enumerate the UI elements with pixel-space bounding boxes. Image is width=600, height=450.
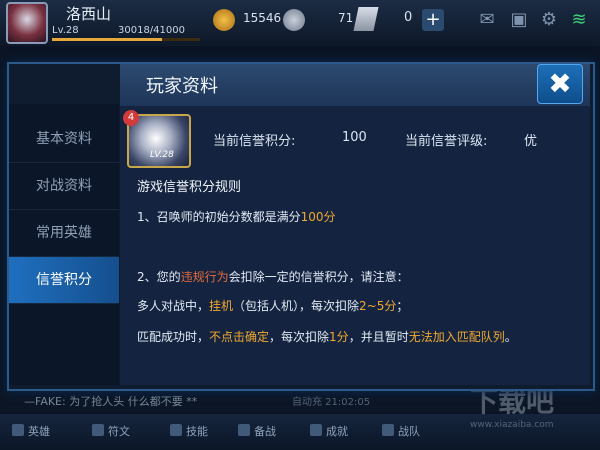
nav-skills[interactable]: 技能 <box>170 423 208 439</box>
nav-team[interactable]: 战队 <box>382 423 420 439</box>
tab-credit-score[interactable]: 信誉积分 <box>9 257 119 304</box>
chat-message: —FAKE: 为了抢人头 什么都不要 ** <box>24 395 198 408</box>
rule-text: ，并且暂时 <box>348 330 409 344</box>
rule-highlight: 无法加入匹配队列 <box>408 330 505 344</box>
rune-icon <box>92 424 104 436</box>
rule-match-confirm: 匹配成功时，不点击确定，每次扣除1分，并且暂时无法加入匹配队列。 <box>137 328 517 345</box>
prepare-icon <box>238 424 250 436</box>
nav-label: 备战 <box>254 425 276 438</box>
dialog-title: 玩家资料 <box>146 76 218 97</box>
chat-timestamp: 自动充 21:02:05 <box>292 397 371 408</box>
rule-highlight: 挂机 <box>209 299 234 313</box>
rule-warning: 违规行为 <box>180 270 229 284</box>
skill-icon <box>170 424 182 436</box>
nav-label: 成就 <box>326 425 348 438</box>
close-icon: ✖ <box>548 67 572 100</box>
rule-highlight: 100分 <box>300 210 336 224</box>
rule-text: 1、召唤师的初始分数都是满分 <box>137 210 301 224</box>
credit-score-label: 当前信誉积分: <box>213 134 296 149</box>
gold-coin-icon <box>213 9 235 31</box>
watermark-url: www.xiazaiba.com <box>470 420 554 430</box>
hero-level: LV.28 <box>150 150 174 160</box>
player-name: 洛西山 <box>66 5 112 23</box>
nav-runes[interactable]: 符文 <box>92 423 130 439</box>
player-level: Lv.28 <box>52 25 79 36</box>
player-exp: 30018/41000 <box>118 25 185 36</box>
nav-prepare[interactable]: 备战 <box>238 423 276 439</box>
bag-icon[interactable]: ▣ <box>508 9 530 31</box>
rule-highlight: 不点击确定 <box>209 330 270 344</box>
tab-basic-info[interactable]: 基本资料 <box>9 116 119 163</box>
nav-label: 符文 <box>108 425 130 438</box>
rule-violation: 2、您的违规行为会扣除一定的信誉积分，请注意： <box>137 268 409 285</box>
nav-heroes[interactable]: 英雄 <box>12 423 50 439</box>
credit-score-value: 100 <box>342 130 367 145</box>
mail-icon[interactable]: ✉ <box>476 9 498 31</box>
settings-icon[interactable]: ⚙ <box>538 9 560 31</box>
wifi-icon: ≋ <box>571 9 587 30</box>
exp-bar-fill <box>52 38 162 41</box>
credit-grade-label: 当前信誉评级: <box>405 134 488 149</box>
rule-text: ，每次扣除 <box>269 330 330 344</box>
gem-icon <box>283 9 305 31</box>
diamond-amount: 0 <box>404 10 413 25</box>
rule-text: 2、您的 <box>137 270 181 284</box>
rule-afk: 多人对战中，挂机（包括人机），每次扣除2~5分； <box>137 297 408 314</box>
rule-text: 匹配成功时， <box>137 330 210 344</box>
hero-icon <box>12 424 24 436</box>
rule-text: 。 <box>504 330 517 344</box>
rule-text: ； <box>396 299 409 313</box>
nav-label: 英雄 <box>28 425 50 438</box>
close-button[interactable]: ✖ <box>537 64 583 104</box>
tab-common-heroes[interactable]: 常用英雄 <box>9 210 119 257</box>
gold-amount: 15546 <box>243 11 282 25</box>
nav-label: 技能 <box>186 425 208 438</box>
add-currency-icon[interactable]: + <box>422 9 444 31</box>
credit-grade-value: 优 <box>524 134 538 149</box>
rule-text: （包括人机），每次扣除 <box>233 299 360 313</box>
ticket-amount: 71 <box>338 11 354 25</box>
player-avatar[interactable] <box>6 2 48 44</box>
achievement-icon <box>310 424 322 436</box>
rule-text: 会扣除一定的信誉积分，请注意： <box>228 270 409 284</box>
rules-title: 游戏信誉积分规则 <box>137 180 242 195</box>
hero-badge: 4 <box>123 110 139 126</box>
nav-achievements[interactable]: 成就 <box>310 423 348 439</box>
nav-label: 战队 <box>398 425 420 438</box>
rule-highlight: 1分 <box>329 330 349 344</box>
tab-battle-info[interactable]: 对战资料 <box>9 163 119 210</box>
rule-highlight: 2~5分 <box>359 299 397 313</box>
rule-text: 多人对战中， <box>137 299 210 313</box>
rule-initial-score: 1、召唤师的初始分数都是满分100分 <box>137 208 336 225</box>
team-icon <box>382 424 394 436</box>
